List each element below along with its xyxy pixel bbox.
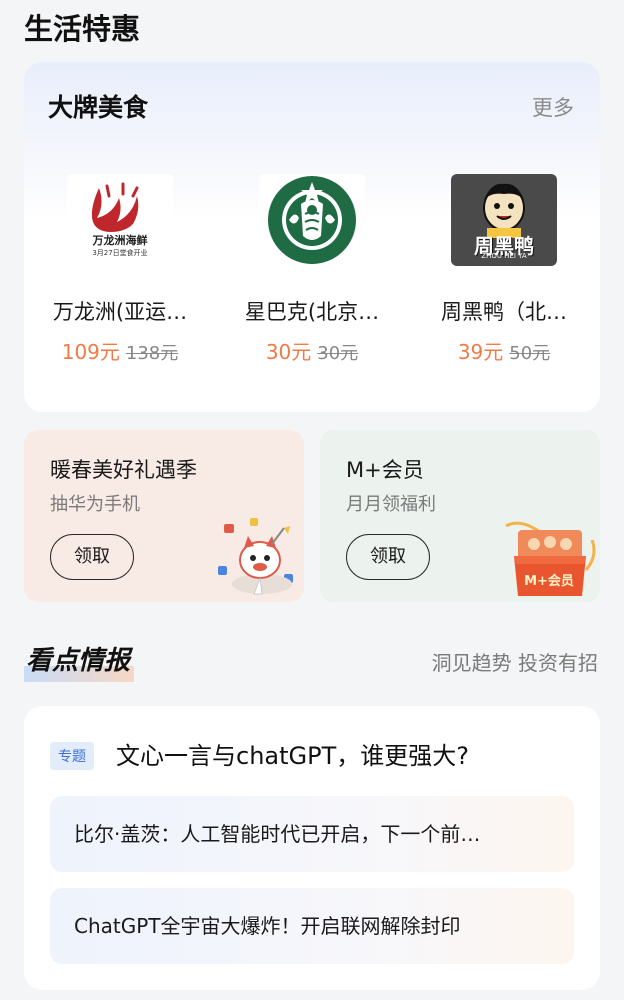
brand-food-card: 大牌美食 更多 万龙洲海鲜 3月27日堂食开业 万龙洲(亚运… 109元 138元 bbox=[24, 62, 600, 412]
insight-tagline: 洞见趋势 投资有招 bbox=[431, 651, 598, 675]
wanlongzhou-logo-icon: 万龙洲海鲜 3月27日堂食开业 bbox=[67, 174, 173, 266]
price-original: 30元 bbox=[317, 343, 359, 364]
shop-item[interactable]: 万龙洲海鲜 3月27日堂食开业 万龙洲(亚运… 109元 138元 bbox=[32, 174, 208, 365]
price-current: 39元 bbox=[457, 340, 504, 364]
zhouheiya-logo-icon: 周黑鸭 ZHOU HEI YA bbox=[451, 174, 557, 266]
claim-button[interactable]: 领取 bbox=[50, 534, 134, 580]
price-current: 109元 bbox=[61, 340, 120, 364]
insight-title: 看点情报 bbox=[26, 646, 131, 676]
claim-button[interactable]: 领取 bbox=[346, 534, 430, 580]
shop-price: 30元 30元 bbox=[224, 336, 400, 365]
topic-title[interactable]: 文心一言与chatGPT，谁更强大? bbox=[116, 736, 469, 771]
shop-item[interactable]: 星巴克(北京… 30元 30元 bbox=[224, 174, 400, 365]
price-current: 30元 bbox=[265, 340, 312, 364]
starbucks-logo-icon bbox=[259, 174, 365, 266]
shop-price: 39元 50元 bbox=[416, 336, 592, 365]
section-title: 生活特惠 bbox=[24, 12, 141, 46]
news-item[interactable]: 比尔·盖茨：人工智能时代已开启，下一个前… bbox=[50, 796, 574, 872]
promo-subtitle: 抽华为手机 bbox=[50, 494, 140, 515]
shop-name: 周黑鸭（北… bbox=[441, 300, 567, 324]
mascot-icon bbox=[210, 514, 304, 602]
shop-price: 109元 138元 bbox=[32, 336, 208, 365]
price-original: 138元 bbox=[125, 343, 179, 364]
news-item[interactable]: ChatGPT全宇宙大爆炸！开启联网解除封印 bbox=[50, 888, 574, 964]
promo-title: M+会员 bbox=[346, 458, 424, 482]
gift-box-icon: M+会员 bbox=[500, 516, 598, 600]
promo-subtitle: 月月领福利 bbox=[346, 494, 436, 515]
shop-name: 星巴克(北京… bbox=[244, 300, 380, 324]
brand-food-heading: 大牌美食 bbox=[48, 93, 149, 122]
more-link[interactable]: 更多 bbox=[532, 92, 574, 122]
insight-heading: 看点情报 bbox=[24, 640, 135, 682]
spring-promo-card[interactable]: 暖春美好礼遇季 抽华为手机 领取 bbox=[24, 430, 304, 602]
shop-item[interactable]: 周黑鸭 ZHOU HEI YA 周黑鸭（北… 39元 50元 bbox=[416, 174, 592, 365]
promo-title: 暖春美好礼遇季 bbox=[50, 458, 197, 482]
price-original: 50元 bbox=[509, 343, 551, 364]
insight-card: 专题 文心一言与chatGPT，谁更强大? 比尔·盖茨：人工智能时代已开启，下一… bbox=[24, 706, 600, 990]
member-promo-card[interactable]: M+会员 月月领福利 领取 M+会员 bbox=[320, 430, 600, 602]
shop-name: 万龙洲(亚运… bbox=[52, 300, 188, 324]
topic-tag: 专题 bbox=[50, 742, 94, 770]
